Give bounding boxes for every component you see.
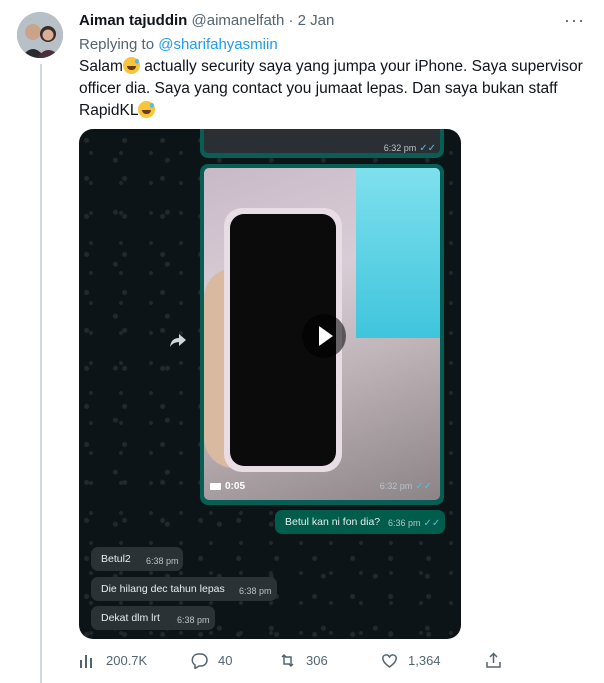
grinning-sweat-emoji-icon bbox=[138, 101, 156, 118]
previous-message-bubble: 6:32 pm ✓✓ bbox=[200, 129, 444, 158]
video-time: 6:32 pm ✓✓ bbox=[380, 481, 432, 492]
separator: · bbox=[288, 12, 294, 29]
incoming-message-time: 6:38 pm bbox=[239, 586, 272, 596]
avatar[interactable] bbox=[17, 12, 63, 58]
incoming-message: Die hilang dec tahun lepas 6:38 pm bbox=[91, 577, 277, 601]
views-count: 200.7K bbox=[106, 653, 148, 668]
retweet-count: 306 bbox=[306, 653, 328, 668]
tweet-date[interactable]: 2 Jan bbox=[298, 12, 335, 29]
video-scene-box bbox=[356, 168, 440, 338]
grinning-sweat-emoji-icon bbox=[122, 57, 140, 74]
share-icon bbox=[486, 652, 501, 668]
author-handle[interactable]: @aimanelfath bbox=[192, 12, 285, 29]
outgoing-message-text: Betul kan ni fon dia? bbox=[285, 516, 381, 528]
incoming-message: Betul2 6:38 pm bbox=[91, 547, 183, 571]
message-time-text: 6:32 pm bbox=[383, 143, 417, 153]
author-name[interactable]: Aiman tajuddin bbox=[79, 12, 187, 29]
play-icon[interactable] bbox=[302, 314, 346, 358]
tweet-header: Aiman tajuddin @aimanelfath · 2 Jan bbox=[79, 12, 334, 29]
outgoing-time-text: 6:36 pm bbox=[388, 518, 421, 528]
like-count: 1,364 bbox=[408, 653, 441, 668]
message-time: 6:32 pm ✓✓ bbox=[384, 143, 436, 154]
video-message-bubble[interactable]: 0:05 6:32 pm ✓✓ bbox=[200, 164, 444, 505]
incoming-message-time: 6:38 pm bbox=[177, 615, 210, 625]
reply-button[interactable]: 40 bbox=[191, 652, 232, 669]
tweet-actions: 200.7K 40 306 1,364 bbox=[79, 652, 519, 674]
reply-count: 40 bbox=[218, 653, 233, 668]
incoming-message-time: 6:38 pm bbox=[146, 556, 179, 566]
read-ticks-icon: ✓✓ bbox=[423, 518, 441, 529]
video-time-text: 6:32 pm bbox=[379, 481, 413, 491]
outgoing-message-time: 6:36 pm ✓✓ bbox=[388, 518, 440, 529]
read-ticks-icon: ✓✓ bbox=[419, 143, 436, 154]
like-icon bbox=[382, 654, 397, 668]
video-duration: 0:05 bbox=[210, 481, 245, 492]
more-icon[interactable]: ··· bbox=[564, 10, 585, 31]
video-thumbnail[interactable]: 0:05 6:32 pm ✓✓ bbox=[204, 168, 440, 500]
incoming-message: Dekat dlm lrt 6:38 pm bbox=[91, 606, 215, 630]
views-button[interactable]: 200.7K bbox=[79, 652, 147, 669]
incoming-message-text: Betul2 bbox=[101, 553, 131, 565]
read-ticks-icon: ✓✓ bbox=[415, 481, 432, 492]
tweet-media[interactable]: 6:32 pm ✓✓ 0:05 6:32 pm ✓✓ Betul kan ni fo… bbox=[79, 129, 461, 639]
reply-icon bbox=[191, 653, 208, 669]
incoming-message-text: Die hilang dec tahun lepas bbox=[101, 583, 225, 595]
tweet-text-part: Salam bbox=[79, 58, 123, 75]
video-camera-icon bbox=[210, 483, 221, 490]
share-button[interactable] bbox=[485, 652, 512, 669]
retweet-button[interactable]: 306 bbox=[279, 652, 328, 669]
replying-to: Replying to @sharifahyasmiin bbox=[79, 36, 278, 53]
retweet-icon bbox=[281, 653, 294, 668]
replying-prefix: Replying to bbox=[79, 36, 155, 53]
video-duration-text: 0:05 bbox=[225, 481, 246, 492]
analytics-icon bbox=[80, 655, 92, 668]
outgoing-message: Betul kan ni fon dia? 6:36 pm ✓✓ bbox=[275, 510, 445, 534]
replying-to-link[interactable]: @sharifahyasmiin bbox=[158, 36, 277, 53]
tweet-text: Salam actually security saya yang jumpa … bbox=[79, 56, 584, 122]
like-button[interactable]: 1,364 bbox=[381, 652, 441, 669]
incoming-message-text: Dekat dlm lrt bbox=[101, 612, 160, 624]
forward-icon[interactable] bbox=[167, 329, 189, 351]
thread-line bbox=[40, 64, 42, 683]
